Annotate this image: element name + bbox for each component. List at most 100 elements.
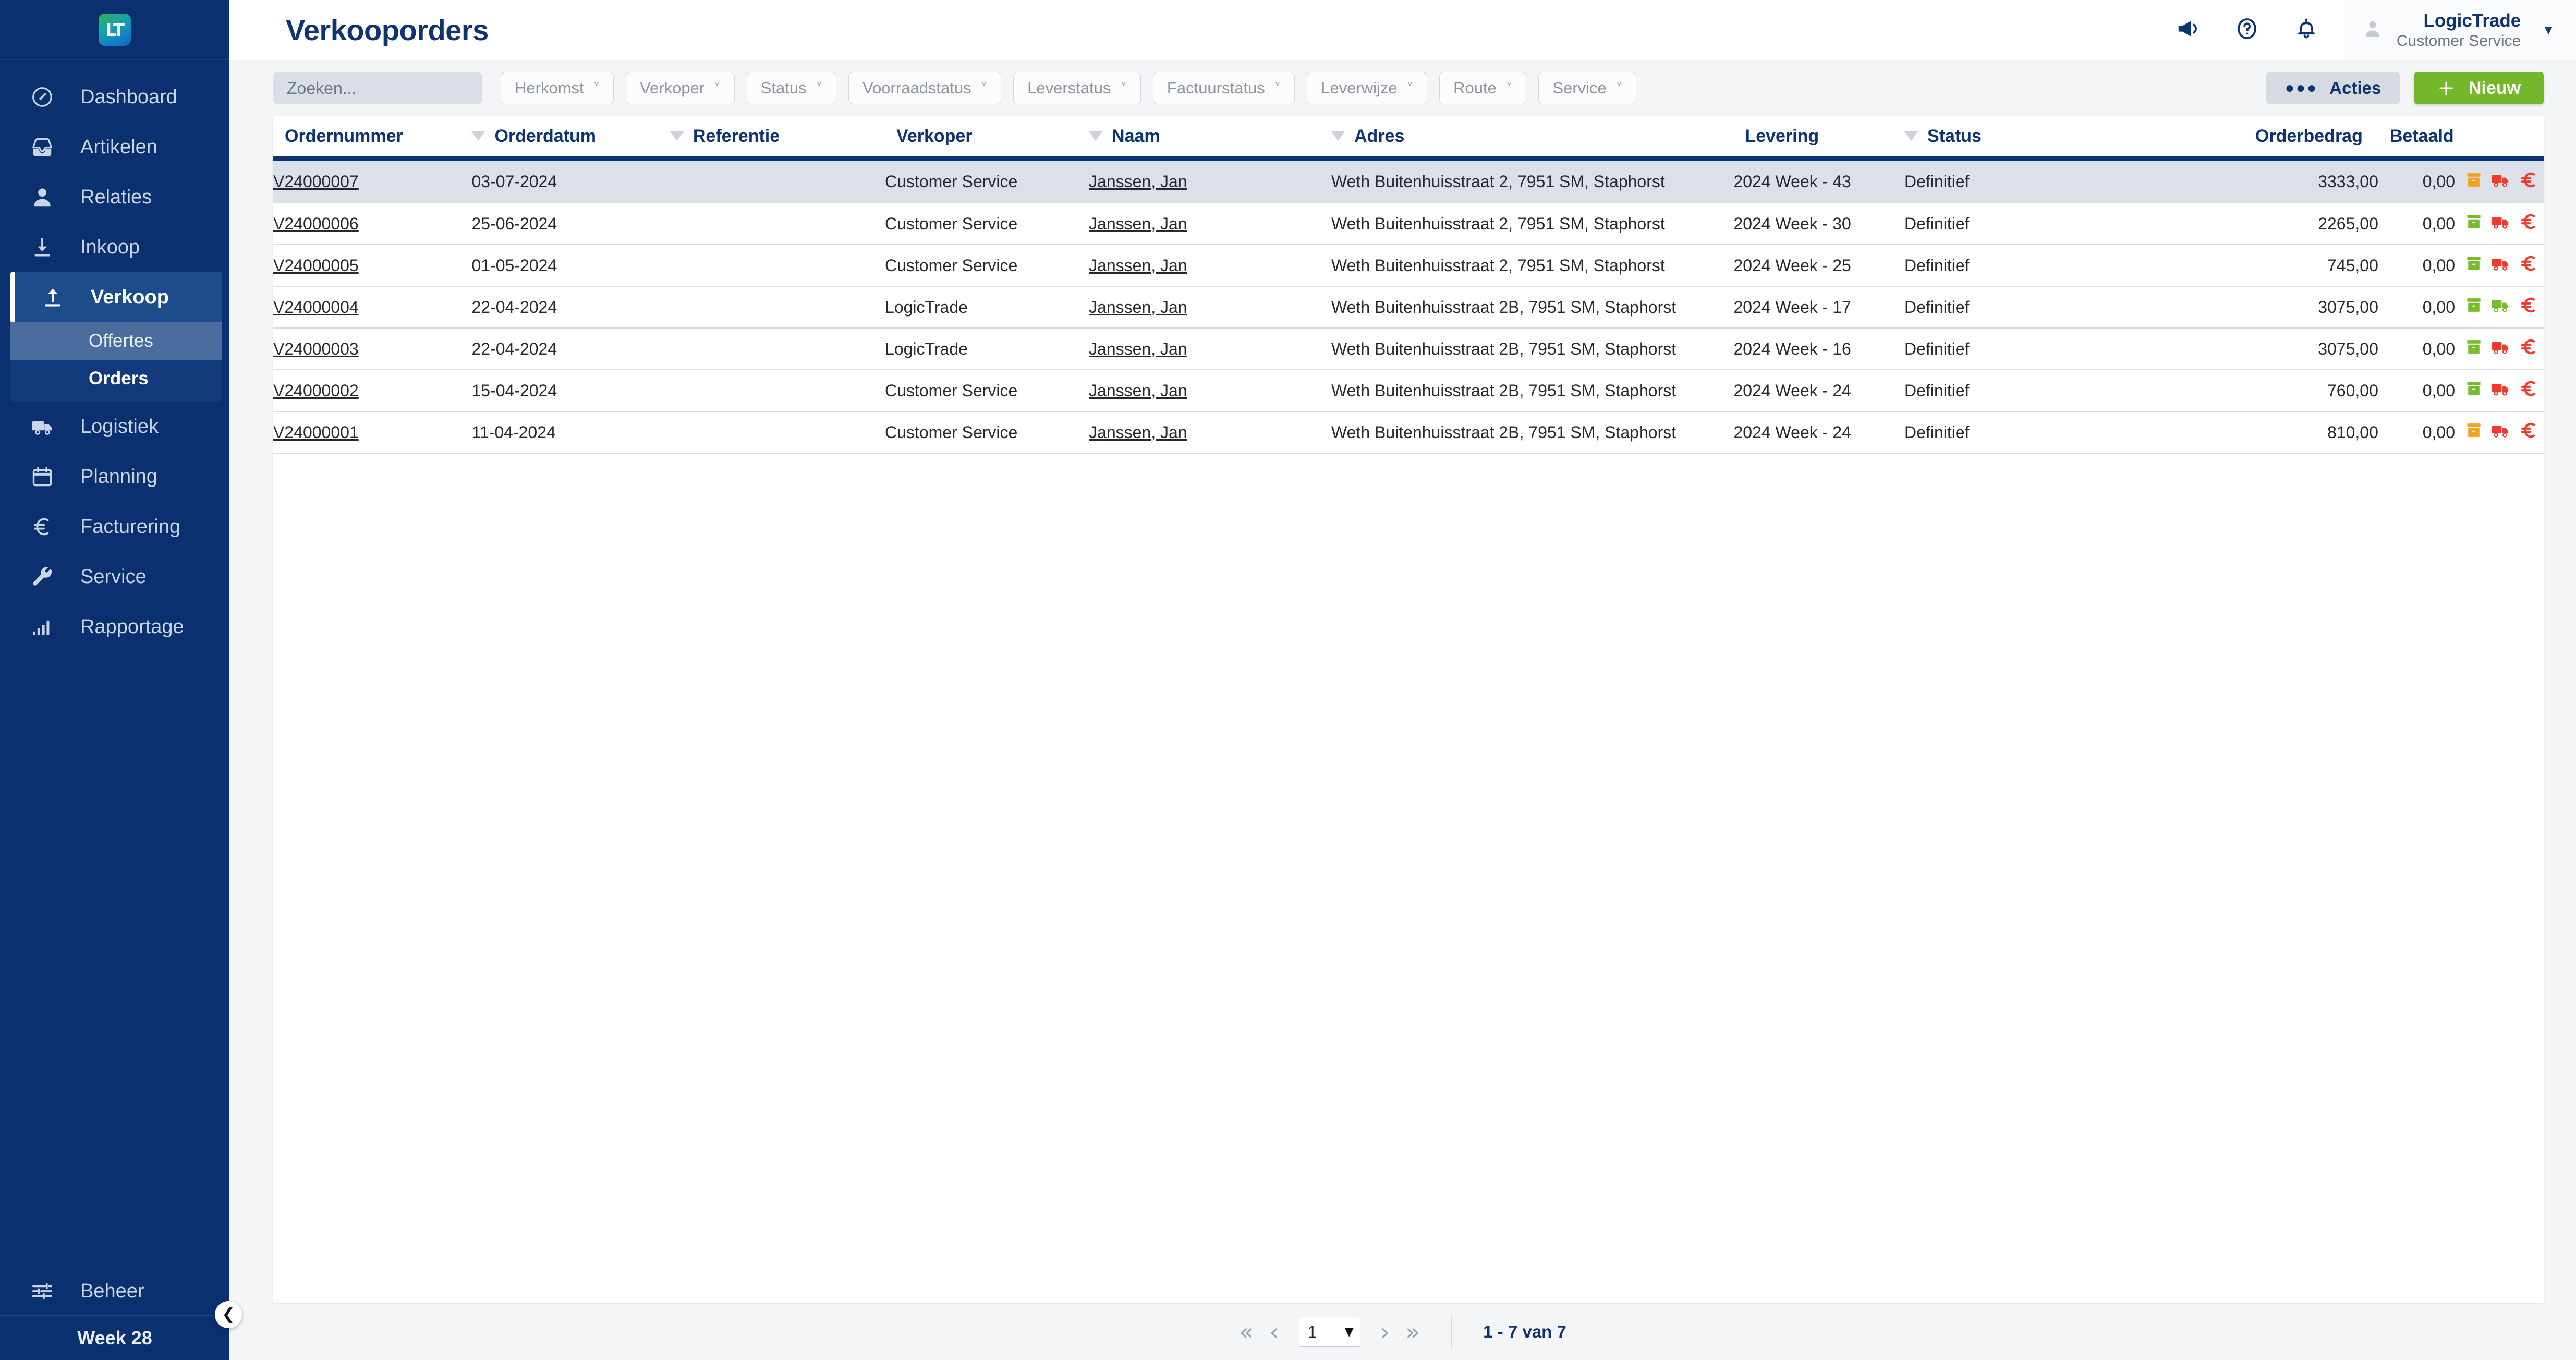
col-levering[interactable]: Levering: [1733, 116, 1904, 156]
sidebar-item-service[interactable]: Service: [0, 552, 229, 602]
filter-herkomst[interactable]: Herkomst ˅: [501, 72, 614, 104]
cell-ordernummer[interactable]: V24000007: [273, 161, 472, 203]
filter-leverstatus[interactable]: Leverstatus ˅: [1013, 72, 1141, 104]
sidebar-item-verkoop[interactable]: Verkoop: [10, 272, 222, 322]
page-select[interactable]: 1 ▼: [1298, 1317, 1360, 1347]
col-betaald[interactable]: Betaald: [2378, 116, 2544, 156]
filter-factuurstatus[interactable]: Factuurstatus ˅: [1152, 72, 1295, 104]
relation-link[interactable]: Janssen, Jan: [1089, 214, 1187, 233]
relation-link[interactable]: Janssen, Jan: [1089, 172, 1187, 191]
app-logo[interactable]: LT: [0, 0, 229, 60]
invoice-status-icon[interactable]: [2519, 337, 2538, 361]
sort-triangle-icon[interactable]: [1089, 131, 1103, 141]
sort-triangle-icon[interactable]: [1904, 131, 1918, 141]
bell-icon[interactable]: [2294, 16, 2319, 44]
col-status[interactable]: Status: [1904, 116, 2224, 156]
user-menu[interactable]: LogicTrade Customer Service ▼: [2343, 0, 2576, 60]
cell-ordernummer[interactable]: V24000006: [273, 203, 472, 245]
delivery-status-icon[interactable]: [2490, 211, 2511, 236]
delivery-status-icon[interactable]: [2490, 378, 2511, 403]
sidebar-item-logistiek[interactable]: Logistiek: [0, 402, 229, 452]
relation-link[interactable]: Janssen, Jan: [1089, 423, 1187, 442]
table-row[interactable]: V24000006 25-06-2024 Customer Service Janss…: [273, 203, 2544, 245]
invoice-status-icon[interactable]: [2519, 170, 2538, 194]
sidebar-item-relaties[interactable]: Relaties: [0, 172, 229, 222]
filter-route[interactable]: Route ˅: [1439, 72, 1527, 104]
acties-button[interactable]: ●●● Acties: [2266, 72, 2400, 104]
order-link[interactable]: V24000004: [273, 298, 359, 317]
invoice-status-icon[interactable]: [2519, 420, 2538, 444]
cell-ordernummer[interactable]: V24000002: [273, 370, 472, 412]
sidebar-item-offertes[interactable]: Offertes: [10, 322, 222, 360]
table-row[interactable]: V24000007 03-07-2024 Customer Service Janss…: [273, 161, 2544, 203]
order-link[interactable]: V24000003: [273, 339, 359, 358]
sort-triangle-icon[interactable]: [670, 131, 684, 141]
sidebar-item-dashboard[interactable]: Dashboard: [0, 72, 229, 122]
delivery-status-icon[interactable]: [2490, 295, 2511, 320]
relation-link[interactable]: Janssen, Jan: [1089, 256, 1187, 275]
invoice-status-icon[interactable]: [2519, 212, 2538, 236]
table-row[interactable]: V24000005 01-05-2024 Customer Service Janss…: [273, 245, 2544, 287]
stock-status-icon[interactable]: [2464, 379, 2483, 402]
col-naam[interactable]: Naam: [1089, 116, 1331, 156]
invoice-status-icon[interactable]: [2519, 253, 2538, 277]
order-link[interactable]: V24000001: [273, 423, 359, 442]
cell-naam[interactable]: Janssen, Jan: [1089, 370, 1331, 412]
cell-naam[interactable]: Janssen, Jan: [1089, 203, 1331, 245]
filter-status[interactable]: Status ˅: [746, 72, 837, 104]
sort-triangle-icon[interactable]: [471, 131, 485, 141]
stock-status-icon[interactable]: [2464, 212, 2483, 235]
sidebar-item-beheer[interactable]: Beheer: [0, 1267, 229, 1315]
prev-page-button[interactable]: ‹: [1269, 1320, 1279, 1344]
col-referentie[interactable]: Referentie: [670, 116, 885, 156]
sort-triangle-icon[interactable]: [1331, 131, 1345, 141]
invoice-status-icon[interactable]: [2519, 379, 2538, 403]
table-row[interactable]: V24000004 22-04-2024 LogicTrade Janssen, Ja…: [273, 286, 2544, 329]
cell-ordernummer[interactable]: V24000003: [273, 328, 472, 370]
stock-status-icon[interactable]: [2464, 254, 2483, 277]
sidebar-item-artikelen[interactable]: Artikelen: [0, 122, 229, 172]
filter-leverwijze[interactable]: Leverwijze ˅: [1307, 72, 1428, 104]
cell-ordernummer[interactable]: V24000004: [273, 286, 472, 329]
order-link[interactable]: V24000006: [273, 214, 359, 233]
sidebar-collapse-button[interactable]: ❮: [215, 1301, 242, 1328]
col-ordernummer[interactable]: Ordernummer: [273, 116, 471, 156]
cell-ordernummer[interactable]: V24000005: [273, 245, 472, 287]
stock-status-icon[interactable]: [2464, 337, 2483, 360]
delivery-status-icon[interactable]: [2490, 336, 2511, 361]
delivery-status-icon[interactable]: [2490, 253, 2511, 278]
table-row[interactable]: V24000003 22-04-2024 LogicTrade Janssen, Ja…: [273, 328, 2544, 370]
stock-status-icon[interactable]: [2464, 171, 2483, 193]
search-box[interactable]: [273, 72, 524, 104]
first-page-button[interactable]: «: [1239, 1320, 1254, 1344]
order-link[interactable]: V24000002: [273, 381, 359, 400]
sidebar-item-orders[interactable]: Orders: [10, 360, 222, 397]
col-orderbedrag[interactable]: Orderbedrag: [2224, 116, 2378, 156]
order-link[interactable]: V24000005: [273, 256, 359, 275]
next-page-button[interactable]: ›: [1380, 1320, 1390, 1344]
sidebar-item-planning[interactable]: Planning: [0, 452, 229, 502]
col-orderdatum[interactable]: Orderdatum: [471, 116, 670, 156]
relation-link[interactable]: Janssen, Jan: [1089, 298, 1187, 317]
help-circle-icon[interactable]: [2234, 16, 2259, 44]
sidebar-item-rapportage[interactable]: Rapportage: [0, 602, 229, 652]
sidebar-item-facturering[interactable]: Facturering: [0, 502, 229, 552]
col-adres[interactable]: Adres: [1331, 116, 1733, 156]
invoice-status-icon[interactable]: [2519, 295, 2538, 319]
col-verkoper[interactable]: Verkoper: [885, 116, 1089, 156]
filter-voorraadstatus[interactable]: Voorraadstatus ˅: [848, 72, 1002, 104]
relation-link[interactable]: Janssen, Jan: [1089, 339, 1187, 358]
order-link[interactable]: V24000007: [273, 172, 359, 191]
search-input[interactable]: [287, 78, 506, 98]
cell-naam[interactable]: Janssen, Jan: [1089, 328, 1331, 370]
nieuw-button[interactable]: + Nieuw: [2414, 72, 2544, 104]
sidebar-item-inkoop[interactable]: Inkoop: [0, 222, 229, 272]
cell-naam[interactable]: Janssen, Jan: [1089, 286, 1331, 329]
filter-verkoper[interactable]: Verkoper ˅: [626, 72, 735, 104]
table-row[interactable]: V24000001 11-04-2024 Customer Service Janss…: [273, 411, 2544, 454]
megaphone-icon[interactable]: [2175, 16, 2200, 44]
filter-service[interactable]: Service ˅: [1538, 72, 1637, 104]
cell-naam[interactable]: Janssen, Jan: [1089, 245, 1331, 287]
relation-link[interactable]: Janssen, Jan: [1089, 381, 1187, 400]
cell-ordernummer[interactable]: V24000001: [273, 411, 472, 454]
